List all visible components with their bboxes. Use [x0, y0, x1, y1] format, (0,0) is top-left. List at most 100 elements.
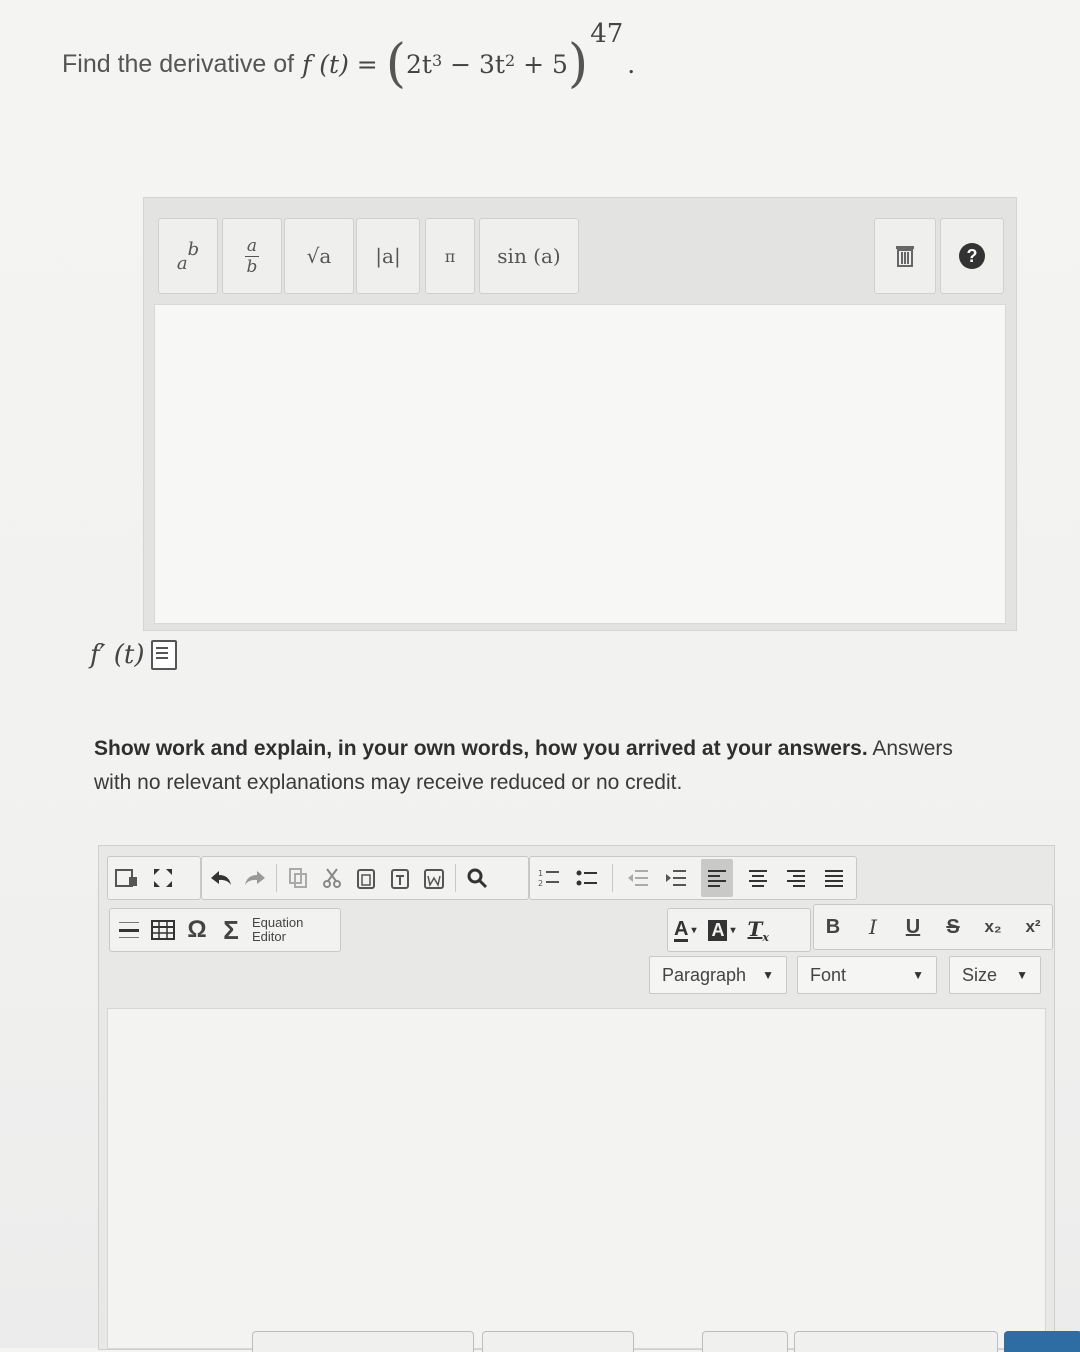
sin-button[interactable]: sin (a) — [479, 218, 579, 294]
chevron-down-icon: ▼ — [762, 968, 774, 982]
close-paren: ) — [567, 34, 589, 94]
power-button[interactable]: ab — [158, 218, 218, 294]
table-icon[interactable] — [150, 917, 176, 943]
align-right-icon[interactable] — [783, 865, 809, 891]
toolbar-group-insert: Ω Σ Equation Editor — [109, 908, 341, 952]
chevron-down-icon: ▼ — [1016, 968, 1028, 982]
maximize-icon[interactable] — [150, 865, 176, 891]
toolbar-separator — [612, 864, 613, 892]
paste-icon[interactable] — [353, 865, 379, 891]
indent-icon[interactable] — [663, 865, 689, 891]
period: . — [627, 49, 636, 79]
function-expression: f (t) = ( 2t 3 − 3t 2 + 5 ) 47 . — [302, 19, 636, 94]
rich-text-editor: 12 Ω Σ Equation Editor A ▾ A ▾ Tx B I U S … — [98, 845, 1055, 1350]
format-dropdown[interactable]: Paragraph ▼ — [649, 956, 787, 994]
equation-editor-label-2: Editor — [252, 929, 286, 944]
strikethrough-button[interactable]: S — [940, 914, 966, 940]
plus-sign: + — [523, 49, 545, 79]
font-dropdown[interactable]: Font ▼ — [797, 956, 937, 994]
align-left-icon[interactable] — [701, 859, 733, 897]
copy-format-icon[interactable] — [285, 865, 311, 891]
horizontal-line-icon[interactable] — [116, 917, 142, 943]
chevron-down-icon: ▼ — [912, 968, 924, 982]
toolbar-group-color: A ▾ A ▾ Tx — [667, 908, 811, 952]
sigma-icon[interactable]: Σ — [218, 915, 244, 945]
toolbar-group-edit — [201, 856, 529, 900]
bold-button[interactable]: B — [820, 914, 846, 940]
toolbar-separator — [276, 864, 277, 892]
instructions-text: Show work and explain, in your own words… — [94, 732, 994, 800]
document-icon[interactable] — [150, 640, 177, 670]
trash-icon — [896, 246, 914, 267]
question-prefix: Find the derivative of — [62, 49, 295, 78]
answer-label-text: f′ (t) — [90, 640, 145, 670]
equation-editor-button[interactable]: Equation Editor — [252, 916, 303, 944]
toolbar-group-paragraph: 12 — [529, 856, 857, 900]
toolbar-separator — [455, 864, 456, 892]
outer-exponent: 47 — [590, 19, 624, 49]
power-base: a — [176, 252, 188, 274]
term-1: 2t — [405, 49, 432, 79]
function-name: f (t) = — [302, 49, 378, 79]
term-2: 3t — [478, 49, 505, 79]
sqrt-button[interactable]: √a — [284, 218, 354, 294]
find-icon[interactable] — [464, 865, 490, 891]
superscript-button[interactable]: x² — [1020, 914, 1046, 940]
format-dropdown-value: Paragraph — [662, 964, 747, 985]
text-color-label: A — [674, 917, 689, 942]
cut-icon[interactable] — [319, 865, 345, 891]
bottom-primary-button[interactable] — [1004, 1331, 1080, 1352]
undo-icon[interactable] — [208, 865, 234, 891]
bottom-button[interactable] — [702, 1331, 788, 1352]
bg-color-caret: ▾ — [730, 924, 736, 936]
outdent-icon[interactable] — [625, 865, 651, 891]
toolbar-group-source — [107, 856, 201, 900]
size-dropdown[interactable]: Size ▼ — [949, 956, 1041, 994]
bullet-list-icon[interactable] — [574, 865, 600, 891]
term-2-exp: 2 — [504, 50, 516, 70]
help-button[interactable]: ? — [940, 218, 1004, 294]
equation-input-area[interactable] — [154, 304, 1006, 624]
source-icon[interactable] — [114, 865, 140, 891]
text-color-button[interactable]: A ▾ — [674, 919, 696, 942]
instructions-bold: Show work and explain, in your own words… — [94, 737, 868, 760]
editor-text-area[interactable] — [107, 1008, 1046, 1349]
fraction-denominator: b — [246, 256, 258, 277]
align-justify-icon[interactable] — [821, 865, 847, 891]
bottom-button[interactable] — [794, 1331, 998, 1352]
pi-label: π — [444, 246, 456, 266]
redo-icon[interactable] — [242, 865, 268, 891]
term-3: 5 — [551, 49, 568, 79]
abs-button[interactable]: |a| — [356, 218, 420, 294]
svg-text:2: 2 — [538, 879, 543, 888]
bottom-button[interactable] — [482, 1331, 634, 1352]
question-text: Find the derivative of f (t) = ( 2t 3 − 3… — [62, 19, 636, 104]
paste-word-icon[interactable] — [421, 865, 447, 891]
numbered-list-icon[interactable]: 12 — [536, 865, 562, 891]
equation-toolbar: ab a b √a |a| π sin (a) ? — [144, 198, 1016, 302]
toolbar-group-basic-styles: B I U S x₂ x² — [813, 904, 1053, 950]
pi-button[interactable]: π — [425, 218, 475, 294]
sqrt-label: √a — [306, 244, 332, 268]
svg-text:1: 1 — [538, 869, 543, 878]
help-icon: ? — [959, 243, 985, 269]
subscript-button[interactable]: x₂ — [980, 914, 1006, 940]
align-center-icon[interactable] — [745, 865, 771, 891]
fraction-button[interactable]: a b — [222, 218, 282, 294]
minus-sign: − — [450, 49, 472, 79]
remove-format-button[interactable]: Tx — [748, 917, 769, 944]
bottom-button[interactable] — [252, 1331, 474, 1352]
open-paren: ( — [385, 34, 406, 94]
special-char-icon[interactable]: Ω — [184, 916, 210, 943]
italic-button[interactable]: I — [860, 914, 886, 940]
equation-editor-label-1: Equation — [252, 915, 304, 930]
paste-text-icon[interactable] — [387, 865, 413, 891]
trash-button[interactable] — [874, 218, 936, 294]
underline-button[interactable]: U — [900, 914, 926, 940]
bg-color-button[interactable]: A ▾ — [708, 919, 736, 941]
bg-color-label: A — [708, 919, 728, 941]
equation-answer-box: ab a b √a |a| π sin (a) ? — [143, 197, 1017, 631]
text-color-caret: ▾ — [691, 924, 697, 936]
fraction-numerator: a — [246, 235, 258, 256]
power-exp: b — [187, 238, 200, 260]
